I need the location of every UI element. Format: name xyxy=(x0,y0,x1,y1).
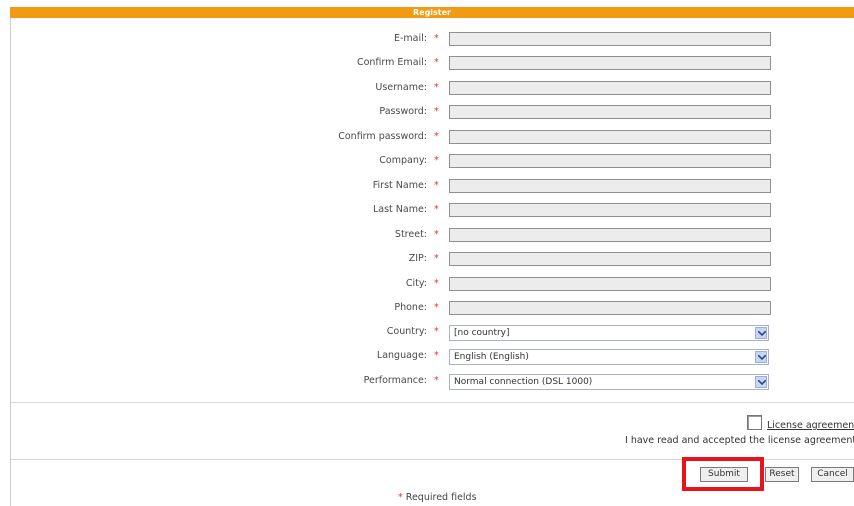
required-marker: * xyxy=(434,57,439,68)
performance-label: Performance: xyxy=(363,375,427,386)
required-marker: * xyxy=(398,492,403,503)
chevron-down-icon[interactable] xyxy=(755,376,767,388)
field-row-username: Username: * xyxy=(0,81,854,95)
confirm-email-field[interactable] xyxy=(449,56,771,70)
street-field[interactable] xyxy=(449,228,771,242)
field-row-company: Company: * xyxy=(0,154,854,168)
required-marker: * xyxy=(434,229,439,240)
required-fields-text: Required fields xyxy=(405,492,477,503)
field-row-confirm-password: Confirm password: * xyxy=(0,130,854,144)
email-label: E-mail: xyxy=(394,33,427,44)
required-marker: * xyxy=(434,302,439,313)
register-header: Register xyxy=(10,7,854,18)
field-row-password: Password: * xyxy=(0,105,854,119)
performance-select[interactable]: Normal connection (DSL 1000) xyxy=(449,374,769,390)
email-field[interactable] xyxy=(449,32,771,46)
field-row-city: City: * xyxy=(0,277,854,291)
performance-select-value: Normal connection (DSL 1000) xyxy=(454,377,593,387)
required-marker: * xyxy=(434,326,439,337)
first-name-field[interactable] xyxy=(449,179,771,193)
chevron-down-icon[interactable] xyxy=(755,351,767,363)
license-accept-text: I have read and accepted the license agr… xyxy=(625,435,854,446)
username-field[interactable] xyxy=(449,81,771,95)
country-label: Country: xyxy=(386,326,427,337)
password-label: Password: xyxy=(379,106,427,117)
last-name-label: Last Name: xyxy=(372,204,427,215)
language-select-value: English (English) xyxy=(454,352,529,362)
required-marker: * xyxy=(434,253,439,264)
field-row-zip: ZIP: * xyxy=(0,252,854,266)
license-agreement-link[interactable]: License agreement xyxy=(767,420,854,431)
reset-button[interactable]: Reset xyxy=(765,467,799,482)
select-row-performance: Performance: * Normal connection (DSL 10… xyxy=(0,374,854,390)
required-fields-note: * Required fields xyxy=(398,492,477,503)
confirm-password-field[interactable] xyxy=(449,130,771,144)
required-marker: * xyxy=(434,375,439,386)
city-field[interactable] xyxy=(449,277,771,291)
company-field[interactable] xyxy=(449,154,771,168)
company-label: Company: xyxy=(379,155,427,166)
field-row-last-name: Last Name: * xyxy=(0,203,854,217)
country-select[interactable]: [no country] xyxy=(449,325,769,341)
select-row-country: Country: * [no country] xyxy=(0,325,854,341)
zip-field[interactable] xyxy=(449,252,771,266)
required-marker: * xyxy=(434,106,439,117)
register-title: Register xyxy=(412,8,451,17)
required-marker: * xyxy=(434,180,439,191)
street-label: Street: xyxy=(394,229,427,240)
field-row-phone: Phone: * xyxy=(0,301,854,315)
language-label: Language: xyxy=(376,350,427,361)
username-label: Username: xyxy=(375,82,427,93)
first-name-label: First Name: xyxy=(372,180,427,191)
country-select-value: [no country] xyxy=(454,328,510,338)
required-marker: * xyxy=(434,204,439,215)
required-marker: * xyxy=(434,350,439,361)
phone-label: Phone: xyxy=(394,302,427,313)
license-checkbox[interactable] xyxy=(747,415,762,430)
required-marker: * xyxy=(434,155,439,166)
required-marker: * xyxy=(434,131,439,142)
field-row-first-name: First Name: * xyxy=(0,179,854,193)
cancel-button[interactable]: Cancel xyxy=(811,467,854,482)
section-divider xyxy=(11,402,854,403)
required-marker: * xyxy=(434,33,439,44)
last-name-field[interactable] xyxy=(449,203,771,217)
language-select[interactable]: English (English) xyxy=(449,349,769,365)
confirm-password-label: Confirm password: xyxy=(338,131,427,142)
chevron-down-icon[interactable] xyxy=(755,327,767,339)
city-label: City: xyxy=(405,278,427,289)
required-marker: * xyxy=(434,278,439,289)
required-marker: * xyxy=(434,82,439,93)
field-row-confirm-email: Confirm Email: * xyxy=(0,56,854,70)
password-field[interactable] xyxy=(449,105,771,119)
confirm-email-label: Confirm Email: xyxy=(356,57,427,68)
select-row-language: Language: * English (English) xyxy=(0,349,854,365)
submit-highlight-box xyxy=(682,457,764,491)
field-row-street: Street: * xyxy=(0,228,854,242)
phone-field[interactable] xyxy=(449,301,771,315)
zip-label: ZIP: xyxy=(408,253,427,264)
field-row-email: E-mail: * xyxy=(0,32,854,46)
